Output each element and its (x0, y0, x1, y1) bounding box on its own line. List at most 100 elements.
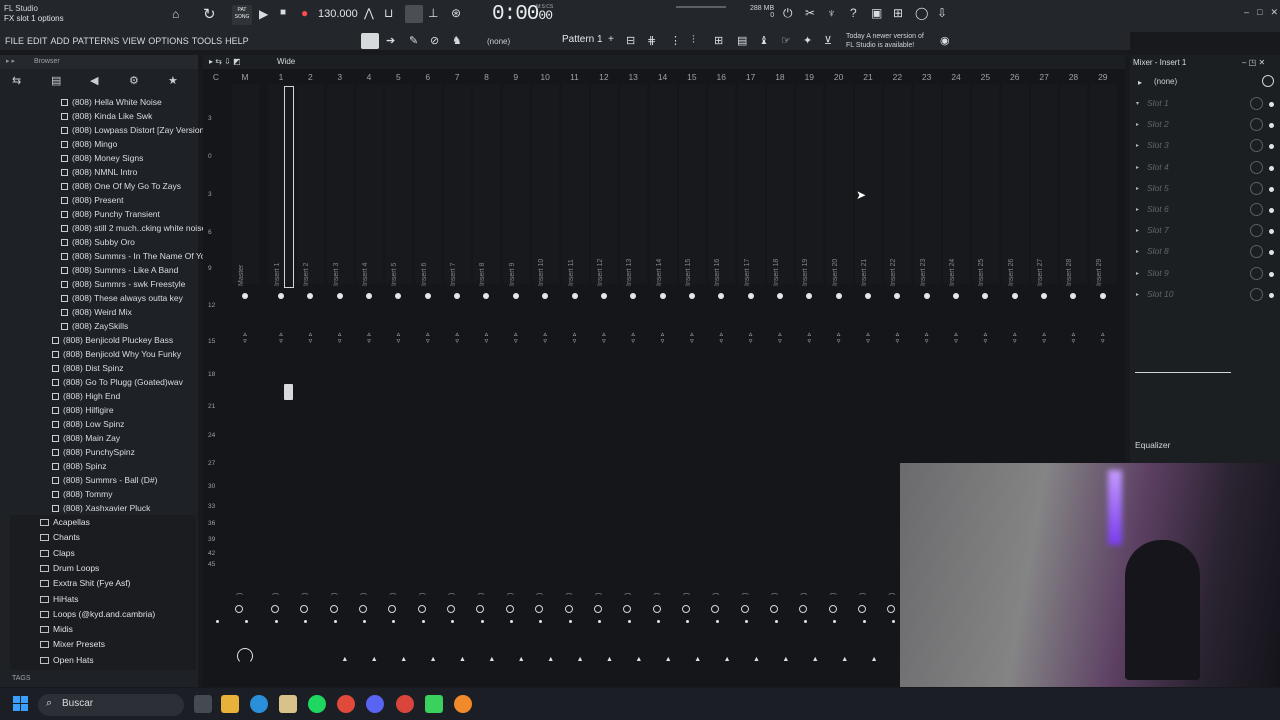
paint-icon[interactable]: ✎ (409, 34, 418, 47)
mixer-strip[interactable] (444, 84, 472, 284)
chrome-icon[interactable] (337, 695, 355, 713)
mixer-strip[interactable] (796, 84, 824, 284)
arrow-right-icon[interactable]: ➔ (386, 34, 395, 47)
mixer-stereo-icon[interactable]: ▵ ▿ (951, 331, 961, 345)
menu-options[interactable]: OPTIONS (148, 36, 192, 46)
mixer-route-icon[interactable]: ⌒ (477, 592, 484, 602)
mixer-send-arrow-icon[interactable]: ▲ (518, 656, 525, 663)
mixer-mute-led[interactable] (571, 293, 578, 299)
mixer-mute-led[interactable] (242, 293, 248, 299)
fx-slot-label[interactable]: Slot 3 (1147, 140, 1169, 150)
file-explorer-icon[interactable] (221, 695, 239, 713)
slot-expand-icon[interactable]: ▸ (1136, 121, 1139, 128)
mixer-send-arrow-icon[interactable]: ▲ (724, 656, 731, 663)
stamp-icon[interactable]: ♞ (452, 34, 462, 47)
folder-item[interactable]: Acapellas (40, 515, 90, 530)
mixer-route-knob[interactable] (359, 605, 368, 613)
mixer-stereo-icon[interactable]: ▵ ▿ (804, 331, 814, 345)
menu-file[interactable]: FILE (5, 36, 27, 46)
folder-item[interactable]: Claps (40, 546, 75, 561)
mixer-route-knob[interactable] (769, 605, 778, 613)
mixer-route-icon[interactable]: ⌒ (389, 592, 396, 602)
mixer-icon[interactable]: ⫶ (692, 34, 695, 47)
folder-item[interactable]: Chants (40, 530, 80, 545)
mixer-stereo-icon[interactable]: ▵ ▿ (687, 331, 697, 345)
mixer-route-icon[interactable]: ⌒ (566, 592, 573, 602)
mixer-route-knob[interactable] (417, 605, 426, 613)
mixer-stereo-icon[interactable]: ▵ ▿ (1068, 331, 1078, 345)
mixer-strip[interactable] (590, 84, 618, 284)
mixer-stereo-icon[interactable]: ▵ ▿ (511, 331, 521, 345)
mixer-stereo-icon[interactable]: ▵ ▿ (746, 331, 756, 345)
mixer-strip[interactable] (385, 84, 413, 284)
discord-icon[interactable] (366, 695, 384, 713)
fx-slot-mix-knob[interactable] (1250, 160, 1263, 174)
mixer-strip[interactable] (855, 84, 882, 284)
mixer-send-arrow-icon[interactable]: ▲ (782, 656, 789, 663)
mixer-stereo-icon[interactable]: ▵ ▿ (240, 331, 250, 345)
browser-item[interactable]: (808) Money Signs (61, 151, 143, 165)
store-icon[interactable] (279, 695, 297, 713)
menu-tools[interactable]: TOOLS (192, 36, 225, 46)
taskbar-search[interactable] (38, 694, 184, 716)
mixer-view-wide[interactable]: Wide (277, 57, 295, 66)
mixer-stereo-icon[interactable]: ▵ ▿ (922, 331, 932, 345)
mixer-mute-led[interactable] (336, 293, 343, 299)
fx-slot-enable-led[interactable] (1269, 186, 1274, 192)
mixer-stereo-icon[interactable]: ▵ ▿ (1039, 331, 1049, 345)
mixer-route-icon[interactable]: ⌒ (419, 592, 426, 602)
fx-slot-label[interactable]: Slot 6 (1147, 204, 1169, 214)
browser-item[interactable]: (808) Low Spinz (52, 417, 124, 431)
mixer-strip[interactable] (356, 84, 384, 284)
mixer-route-knob[interactable] (505, 605, 514, 613)
mixer-mute-led[interactable] (835, 293, 842, 299)
touch-icon[interactable]: ☞ (781, 34, 791, 47)
mixer-stereo-icon[interactable]: ▵ ▿ (335, 331, 345, 345)
menu-patterns[interactable]: PATTERNS (73, 36, 123, 46)
browser-item[interactable]: (808) Summrs - Ball (D#) (52, 473, 157, 487)
fx-slot-label[interactable]: Slot 9 (1147, 268, 1169, 278)
mixer-stereo-icon[interactable]: ▵ ▿ (599, 331, 609, 345)
mixer-send-arrow-icon[interactable]: ▲ (341, 656, 348, 663)
mixer-send-arrow-icon[interactable]: ▲ (371, 656, 378, 663)
mixer-mute-led[interactable] (923, 293, 930, 299)
mixer-strip[interactable] (649, 84, 677, 284)
folder-item[interactable]: Midis (40, 622, 73, 637)
edge-icon[interactable] (250, 695, 268, 713)
fx-slot-label[interactable]: Slot 5 (1147, 183, 1169, 193)
slot-expand-icon[interactable]: ▸ (1136, 185, 1139, 192)
browser-tab-4[interactable]: ★ (168, 74, 178, 87)
mixer-route-knob[interactable] (564, 605, 573, 613)
restore-button[interactable]: □ (1257, 7, 1262, 18)
browser-icon[interactable]: ⊞ (714, 34, 723, 47)
mixer-send-arrow-icon[interactable]: ▲ (430, 656, 437, 663)
mixer-menu-icon[interactable]: ▸ ⇆ ⇩ ◩ (209, 57, 241, 66)
browser-tab-2[interactable]: ◀ (90, 74, 98, 87)
mixer-send-arrow-icon[interactable]: ▲ (665, 656, 672, 663)
send-knob-icon[interactable] (237, 648, 253, 664)
close-button[interactable]: ✕ (1270, 7, 1278, 18)
fx-slot-mix-knob[interactable] (1250, 287, 1263, 301)
mixer-strip[interactable] (825, 84, 853, 284)
mixer-route-icon[interactable]: ⌒ (236, 592, 243, 602)
mixer-mute-led[interactable] (278, 293, 284, 299)
mixer-stereo-icon[interactable]: ▵ ▿ (276, 331, 286, 345)
mixer-route-icon[interactable]: ⌒ (272, 592, 279, 602)
mixer-route-icon[interactable]: ⌒ (742, 592, 749, 602)
mixer-strip[interactable] (532, 84, 560, 284)
mixer-mute-led[interactable] (865, 293, 871, 299)
kick-icon[interactable] (425, 695, 443, 713)
mixer-route-icon[interactable]: ⌒ (800, 592, 807, 602)
mixer-strip[interactable] (620, 84, 648, 284)
folder-item[interactable]: Loops (@kyd.and.cambria) (40, 607, 155, 622)
mixer-stereo-icon[interactable]: ▵ ▿ (716, 331, 726, 345)
mixer-route-icon[interactable]: ⌒ (595, 592, 602, 602)
mixer-mute-led[interactable] (688, 293, 695, 299)
obs-icon[interactable] (396, 695, 414, 713)
slot-expand-icon[interactable]: ▸ (1136, 142, 1139, 149)
browser-item[interactable]: (808) Spinz (52, 459, 106, 473)
mixer-strip[interactable] (1001, 84, 1029, 284)
mixer-strip[interactable] (737, 84, 765, 284)
browser-item[interactable]: (808) Benjicold Pluckey Bass (52, 333, 173, 347)
mixer-stereo-icon[interactable]: ▵ ▿ (863, 331, 873, 345)
